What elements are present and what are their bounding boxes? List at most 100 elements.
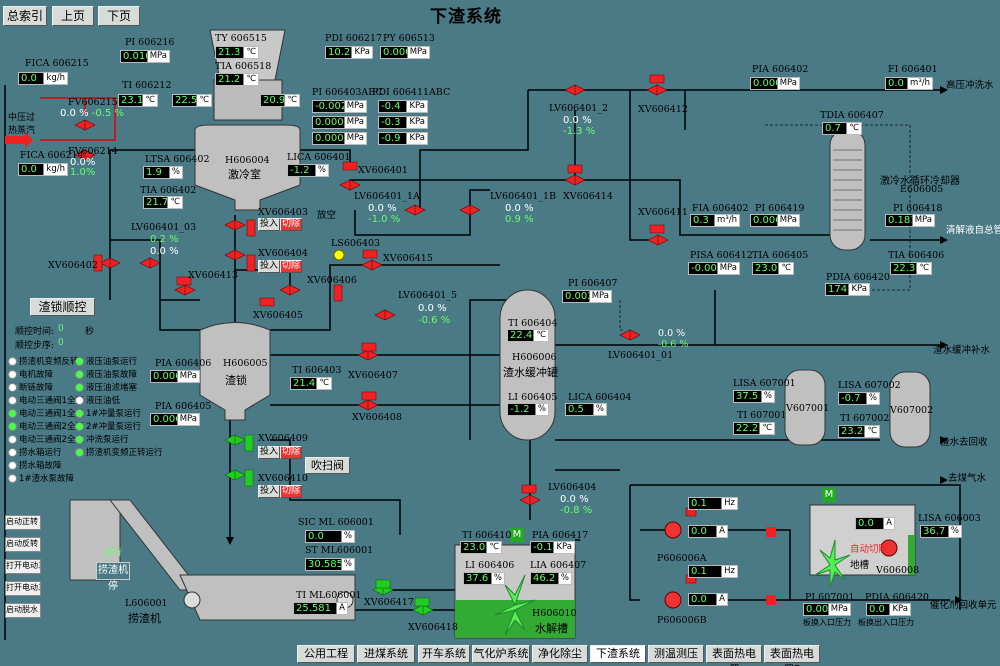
status-lamp-icon bbox=[8, 369, 17, 379]
pia606405-readout: 0.006MPa bbox=[150, 413, 200, 426]
bottom-nav-8[interactable]: 表面热电偶2 bbox=[764, 645, 820, 666]
h606010-label: H606010 bbox=[532, 608, 577, 619]
legend-right-item: 1#冲量泵运行 bbox=[75, 407, 141, 419]
legend-right-label: 液压油泵运行 bbox=[86, 357, 138, 367]
lisa607002-tag: LISA 607002 bbox=[838, 380, 901, 391]
pump-b-freq: 0.1 Hz bbox=[688, 565, 738, 578]
pi606403b-readout: 0.000 MPa bbox=[312, 116, 367, 129]
bottom-nav-2[interactable]: 开车系统 bbox=[418, 645, 470, 663]
side-control-button[interactable]: 打开电动三通阀2 bbox=[5, 581, 41, 596]
legend-left-label: 捞水箱运行 bbox=[19, 448, 62, 458]
legend-right-label: 2#冲量泵运行 bbox=[86, 422, 142, 432]
side-control-button[interactable]: 启动正转 bbox=[5, 515, 41, 530]
bottom-nav-7[interactable]: 表面热电偶 bbox=[706, 645, 762, 666]
scraper-stop-button[interactable]: 捞渣机停 bbox=[96, 562, 130, 592]
bottom-nav-1[interactable]: 进煤系统 bbox=[357, 645, 415, 663]
ty606515-tag: TY 606515 bbox=[215, 33, 267, 44]
legend-right-item: 液压油泵运行 bbox=[75, 355, 137, 367]
lisa606003-readout: 36.7% bbox=[920, 525, 962, 538]
legend-right-item: 2#冲量泵运行 bbox=[75, 420, 141, 432]
xv606405-tag: XV606405 bbox=[253, 310, 303, 321]
pi606419-tag: PI 606419 bbox=[755, 203, 805, 214]
pisa606412-tag: PISA 606412 bbox=[690, 250, 753, 261]
bottom-nav-6[interactable]: 测温测压 bbox=[648, 645, 704, 663]
lica606401-readout: -1.2% bbox=[287, 164, 329, 177]
xv606404-auto-button[interactable]: 投入 bbox=[258, 260, 280, 273]
slag-sequence-button[interactable]: 渣锁顺控 bbox=[30, 298, 95, 316]
status-lamp-icon bbox=[8, 421, 17, 431]
xv606415-tag: XV606415 bbox=[383, 253, 433, 264]
pia606417-readout: -0.1 KPa bbox=[530, 541, 575, 554]
side-control-button[interactable]: 打开电动三通阀1 bbox=[5, 559, 41, 574]
pi606403a-readout: -0.002MPa bbox=[312, 100, 367, 113]
tia606402-tag: TIA 606402 bbox=[140, 185, 197, 196]
pi606407-tag: PI 606407 bbox=[568, 278, 618, 289]
sump-agitator-status: M bbox=[822, 488, 836, 502]
fi606401-readout: 0.0 m³/h bbox=[885, 77, 933, 90]
xv606407-tag: XV606407 bbox=[348, 370, 398, 381]
legend-left-item: 1#渣水泵故障 bbox=[8, 472, 74, 484]
pisa606412-readout: -0.001MPa bbox=[688, 262, 740, 275]
bottom-nav-0[interactable]: 公用工程 bbox=[297, 645, 355, 663]
next-page-button[interactable]: 下页 bbox=[98, 6, 140, 26]
ti606404-tag: TI 606404 bbox=[508, 318, 558, 329]
vent-label: 放空 bbox=[317, 210, 337, 221]
xv606409-cut-button[interactable]: 切除 bbox=[280, 446, 302, 459]
lisa606003-tag: LISA 606003 bbox=[918, 513, 981, 524]
bottom-nav-3[interactable]: 气化炉系统 bbox=[472, 645, 530, 663]
xv606403-tag: XV606403 bbox=[258, 207, 308, 218]
cleaning-liquid-label: 清解液自总管 bbox=[946, 225, 1000, 236]
side-control-button[interactable]: 启动脱水 bbox=[5, 603, 41, 618]
li606406-readout: 37.6% bbox=[463, 572, 505, 585]
xv606410-auto-button[interactable]: 投入 bbox=[258, 485, 280, 498]
legend-right-item: 冲洗泵运行 bbox=[75, 433, 129, 445]
li606406-tag: LI 606406 bbox=[465, 560, 515, 571]
prev-page-button[interactable]: 上页 bbox=[52, 6, 94, 26]
xv606404-tag: XV606404 bbox=[258, 248, 308, 259]
fia606402-tag: FIA 606402 bbox=[692, 203, 749, 214]
pi607001-tag: PI 607001 bbox=[805, 592, 855, 603]
status-lamp-icon bbox=[75, 395, 84, 405]
ti606403-tag: TI 606403 bbox=[292, 365, 342, 376]
lia606407-tag: LIA 606407 bbox=[530, 560, 587, 571]
status-lamp-icon bbox=[75, 382, 84, 392]
tia606405-tag: TIA 606405 bbox=[752, 250, 809, 261]
lv606404-tag: LV606404 bbox=[548, 482, 597, 493]
xv606410-cut-button[interactable]: 切除 bbox=[280, 485, 302, 498]
legend-left-label: 捞渣机变频反转 bbox=[19, 357, 79, 367]
xv606406-tag: XV606406 bbox=[307, 275, 357, 286]
pia606402-readout: 0.000MPa bbox=[750, 77, 800, 90]
st606001-tag: ST ML606001 bbox=[305, 545, 374, 556]
xv606409-auto-button[interactable]: 投入 bbox=[258, 446, 280, 459]
xv606403-auto-button[interactable]: 投入 bbox=[258, 218, 280, 231]
py606513-readout: 0.000MPa bbox=[380, 46, 430, 59]
legend-left-item: 捞渣机变频反转 bbox=[8, 355, 79, 367]
tia606518-readout: 21.2 ℃ bbox=[215, 73, 259, 86]
lia606407-readout: 46.2% bbox=[530, 572, 572, 585]
legend-left-label: 捞水箱故障 bbox=[19, 461, 62, 471]
fi606401-tag: FI 606401 bbox=[888, 64, 938, 75]
ti606212-tag: TI 606212 bbox=[122, 80, 172, 91]
purge-valve-button[interactable]: 吹扫阀 bbox=[305, 457, 350, 474]
st606001-readout: 30.585% bbox=[305, 558, 355, 571]
fv606215-tag: FV606215 bbox=[68, 97, 118, 108]
xv606403-cut-button[interactable]: 切除 bbox=[280, 218, 302, 231]
tia606405-readout: 23.0 ℃ bbox=[752, 262, 794, 275]
ti607002-readout: 23.2 ℃ bbox=[838, 425, 880, 438]
legend-left-item: 电动三通阀1全开 bbox=[8, 394, 84, 406]
ty606515-readout: 21.3 ℃ bbox=[215, 46, 259, 59]
fica606214-readout: 0.0 kg/h bbox=[18, 163, 68, 176]
l606001-label: L606001 bbox=[125, 598, 168, 609]
sump-label: 地槽 bbox=[850, 560, 870, 571]
lv606401_2-pct: 0.0 % -1.3 % bbox=[563, 115, 596, 137]
ti607001-tag: TI 607001 bbox=[737, 410, 787, 421]
pdi606411a-readout: -0.4 KPa bbox=[378, 100, 428, 113]
xv606417-tag: XV606417 bbox=[364, 597, 414, 608]
bottom-nav-5[interactable]: 下渣系统 bbox=[590, 645, 646, 663]
status-lamp-icon bbox=[8, 356, 17, 366]
status-lamp-icon bbox=[8, 447, 17, 457]
index-button[interactable]: 总索引 bbox=[3, 6, 47, 26]
xv606404-cut-button[interactable]: 切除 bbox=[280, 260, 302, 273]
side-control-button[interactable]: 启动反转 bbox=[5, 537, 41, 552]
bottom-nav-4[interactable]: 净化除尘 bbox=[532, 645, 588, 663]
